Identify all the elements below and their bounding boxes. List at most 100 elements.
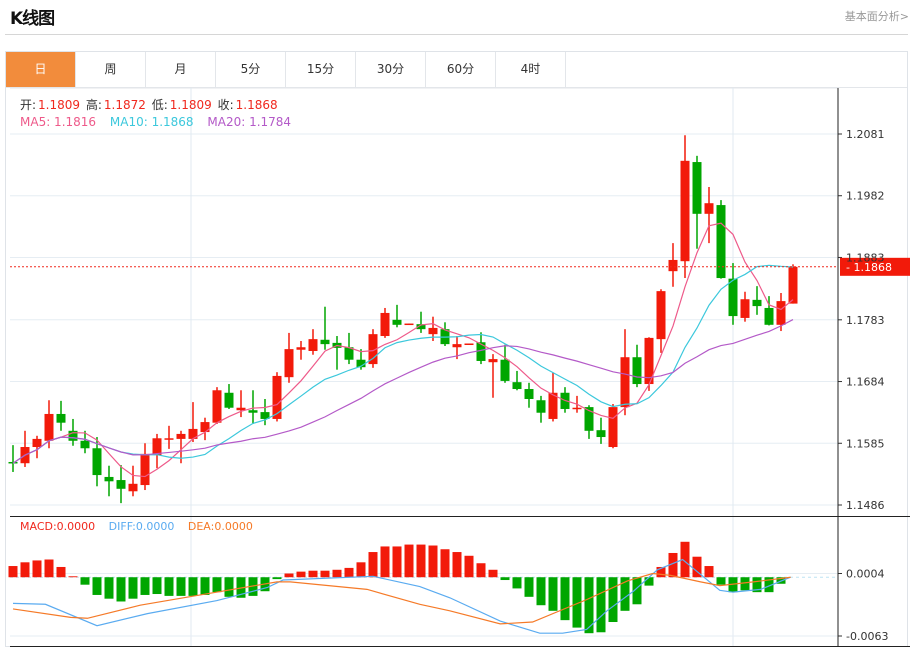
candle-body	[152, 438, 162, 456]
macd-bar	[176, 577, 186, 596]
macd-bar	[92, 577, 102, 595]
macd-bar	[716, 577, 726, 585]
macd-bar	[392, 546, 402, 578]
low-value: 1.1809	[169, 98, 212, 112]
macd-bar	[296, 571, 306, 578]
macd-bar	[332, 569, 342, 578]
candle-body	[476, 342, 486, 361]
macd-bar	[488, 569, 498, 578]
candle-body	[620, 357, 630, 408]
candle-body	[116, 480, 126, 489]
close-label: 收:	[217, 98, 234, 112]
price-axis-label: 1.1585	[846, 437, 885, 450]
macd-bar	[224, 577, 234, 597]
candle-body	[296, 347, 306, 350]
candle-body	[704, 203, 714, 214]
macd-bar	[380, 546, 390, 578]
candle-body	[428, 327, 438, 335]
macd-bar	[320, 570, 330, 578]
candle-body	[224, 392, 234, 408]
macd-bar	[140, 577, 150, 595]
price-axis-label: 1.1883	[846, 251, 885, 264]
candle-body	[92, 448, 102, 476]
macd-bar	[404, 544, 414, 578]
macd-bar	[512, 577, 522, 589]
macd-bar	[464, 555, 474, 578]
diff-value: DIFF:0.0000	[108, 520, 175, 533]
candle-body	[56, 413, 66, 423]
candle-body	[716, 205, 726, 279]
macd-bar	[644, 577, 654, 586]
candle-body	[236, 407, 246, 411]
macd-bar	[200, 577, 210, 595]
candle-body	[176, 433, 186, 439]
candle-body	[140, 453, 150, 486]
ma5-value: MA5: 1.1816	[20, 115, 97, 129]
ma10-value: MA10: 1.1868	[109, 115, 194, 129]
macd-bar	[536, 577, 546, 606]
macd-bar	[128, 577, 138, 599]
candle-body	[284, 349, 294, 378]
candle-body	[308, 339, 318, 351]
macd-bar	[308, 570, 318, 578]
macd-bar	[104, 577, 114, 599]
macd-bar	[560, 577, 570, 621]
high-label: 高:	[85, 98, 102, 112]
ohlc-info: 开: 1.1809 高: 1.1872 低: 1.1809 收: 1.1868	[20, 96, 280, 113]
macd-info: MACD:0.0000 DIFF:0.0000 DEA:0.0000	[20, 520, 253, 533]
macd-bar	[164, 577, 174, 596]
candle-body	[668, 259, 678, 272]
candle-body	[320, 339, 330, 345]
candle-body	[572, 407, 582, 410]
candle-body	[272, 375, 282, 419]
low-label: 低:	[151, 98, 168, 112]
macd-bar	[284, 573, 294, 578]
candle-body	[392, 319, 402, 325]
macd-bar	[212, 577, 222, 593]
candle-body	[488, 359, 498, 363]
candle-body	[464, 343, 474, 346]
macd-bar	[500, 577, 510, 581]
candle-body	[692, 162, 702, 214]
price-axis-label: 1.1684	[846, 376, 885, 389]
macd-bar	[68, 576, 78, 578]
candle-body	[512, 382, 522, 390]
candle-body	[728, 278, 738, 317]
candle-body	[164, 438, 174, 440]
candle-body	[536, 400, 546, 413]
candle-body	[44, 413, 54, 441]
candle-body	[200, 422, 210, 433]
candle-body	[776, 301, 786, 325]
candle-body	[656, 291, 666, 340]
ma20-value: MA20: 1.1784	[207, 115, 292, 129]
candle-body	[764, 307, 774, 325]
macd-bar	[8, 566, 18, 578]
macd-bar	[524, 577, 534, 597]
price-axis-label: 1.1783	[846, 314, 885, 327]
ma10-line	[12, 264, 794, 464]
open-value: 1.1809	[38, 98, 81, 112]
high-value: 1.1872	[103, 98, 146, 112]
candle-body	[788, 266, 798, 304]
candle-body	[248, 410, 258, 413]
macd-bar	[20, 562, 30, 578]
macd-bar	[416, 544, 426, 578]
macd-bar	[428, 545, 438, 578]
price-axis-label: 1.1982	[846, 190, 885, 203]
candle-body	[680, 160, 690, 262]
candle-body	[752, 299, 762, 307]
macd-bar	[596, 577, 606, 633]
macd-bar	[116, 577, 126, 602]
candle-body	[608, 407, 618, 448]
macd-bar	[188, 577, 198, 596]
macd-bar	[368, 552, 378, 578]
macd-bar	[80, 577, 90, 585]
macd-value: MACD:0.0000	[20, 520, 96, 533]
candle-body	[404, 323, 414, 326]
macd-bar	[548, 577, 558, 611]
macd-axis-label: -0.0063	[846, 630, 888, 643]
candle-body	[740, 299, 750, 318]
price-axis-label: 1.2081	[846, 128, 885, 141]
macd-bar	[152, 577, 162, 595]
macd-bar	[32, 560, 42, 578]
